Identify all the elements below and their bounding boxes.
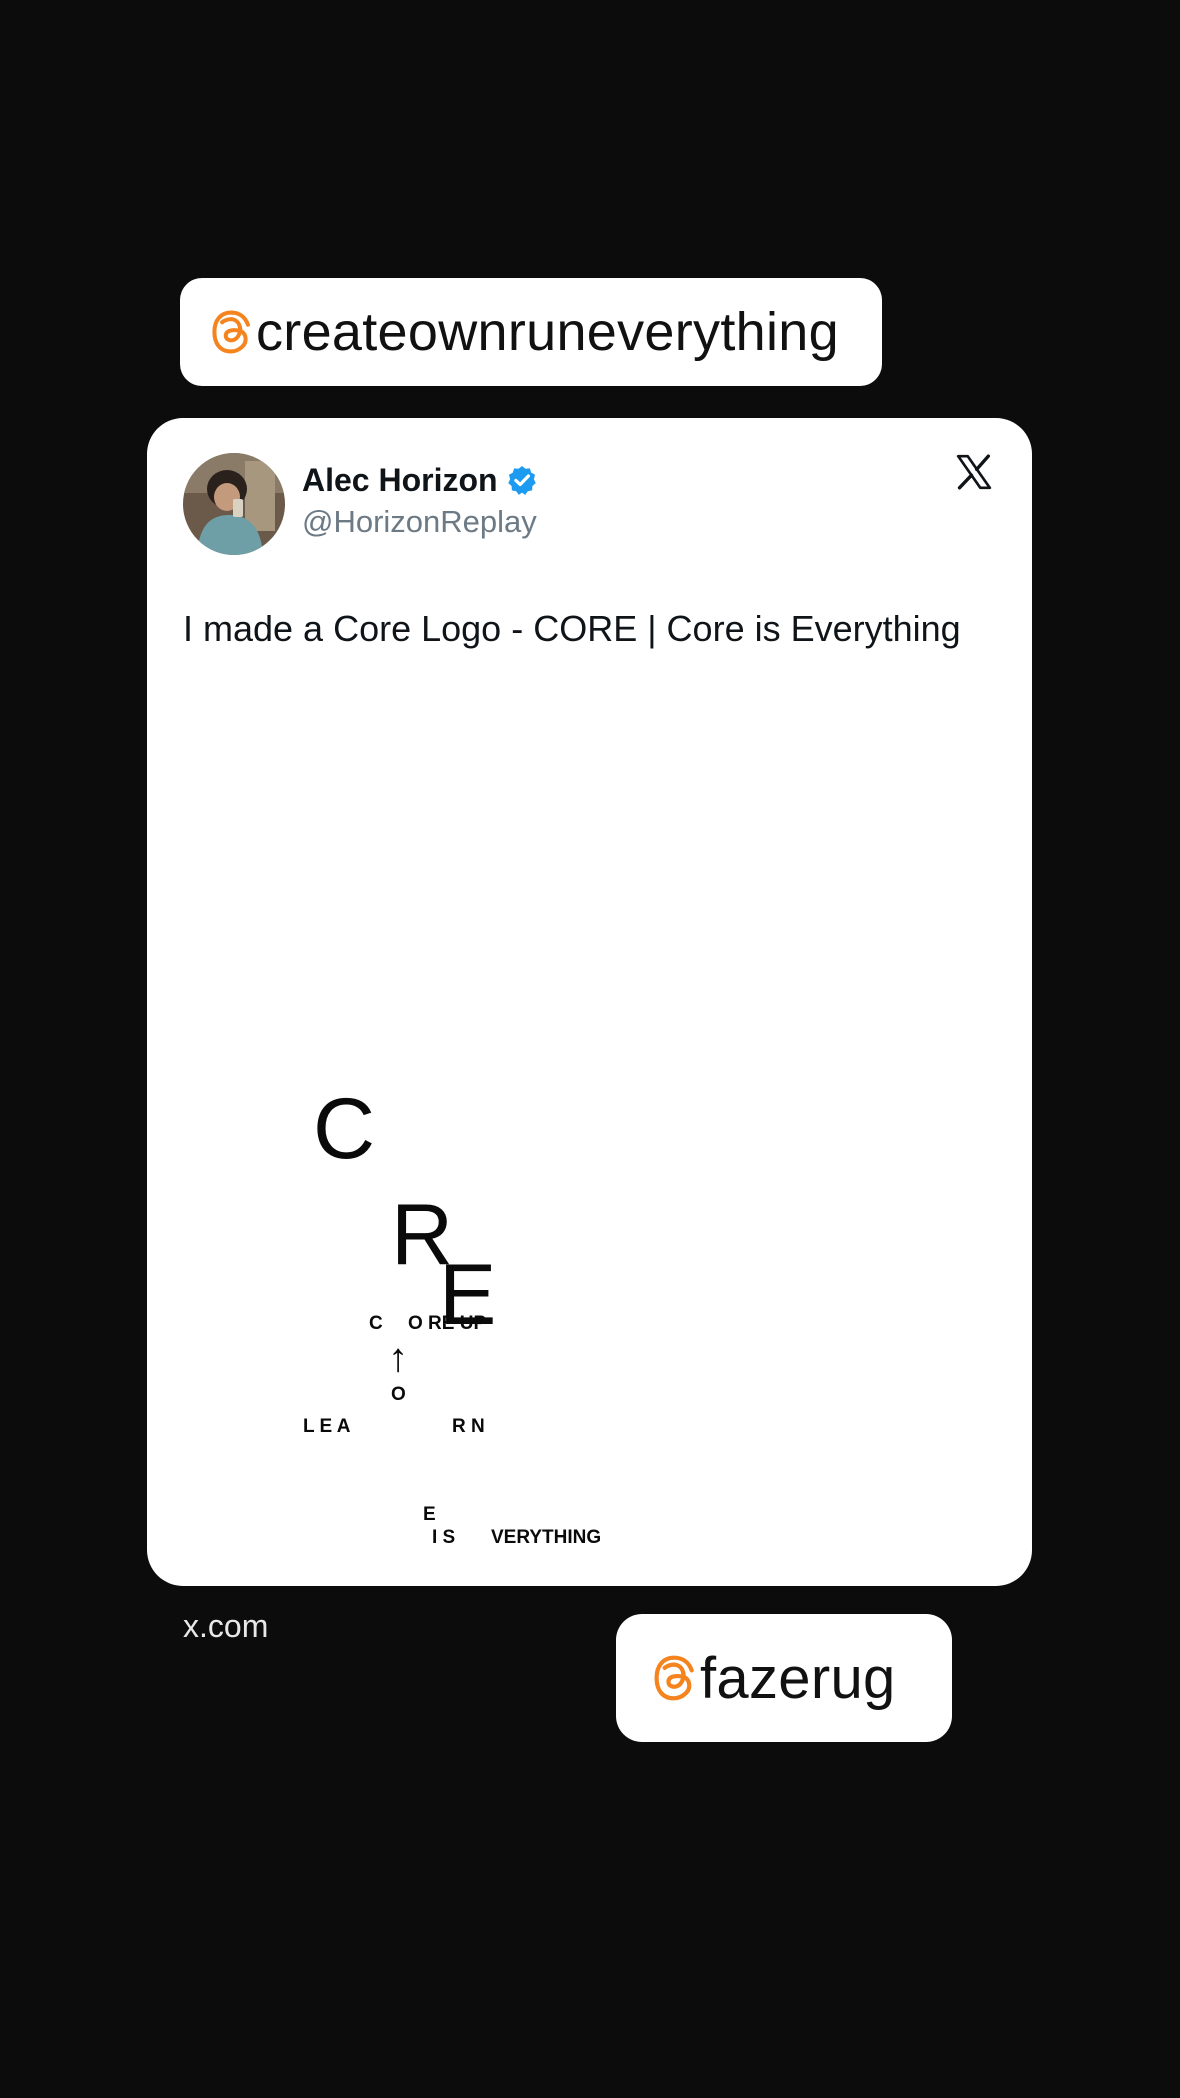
core-logo-image: C C O RE UP ↑ O L E A R N R E E I S VERY… <box>303 1068 807 1547</box>
threads-icon <box>652 1652 698 1704</box>
threads-icon <box>210 308 254 356</box>
threads-handle-badge-bottom[interactable]: fazerug <box>616 1614 952 1742</box>
logo-text-is: I S <box>432 1527 456 1548</box>
threads-handle-text: fazerug <box>700 1645 896 1711</box>
avatar[interactable] <box>183 453 285 555</box>
source-link[interactable]: x.com <box>183 1608 268 1645</box>
logo-text-c: C <box>369 1313 383 1334</box>
post-card: Alec Horizon @HorizonReplay I made a Cor… <box>147 418 1032 1586</box>
post-author: Alec Horizon @HorizonReplay <box>302 460 538 540</box>
threads-handle-badge-top[interactable]: createownruneverything <box>180 278 882 386</box>
author-handle[interactable]: @HorizonReplay <box>302 504 538 540</box>
logo-letter-e: E <box>439 1247 497 1343</box>
verified-badge-icon <box>506 464 538 496</box>
author-name[interactable]: Alec Horizon <box>302 462 498 499</box>
logo-text-e: E <box>423 1504 436 1525</box>
logo-text-o: O <box>391 1384 406 1405</box>
threads-handle-text: createownruneverything <box>256 302 839 362</box>
post-text: I made a Core Logo - CORE | Core is Ever… <box>183 608 961 649</box>
logo-text-learn: L E A <box>303 1416 351 1437</box>
logo-text-rn: R N <box>452 1416 485 1437</box>
logo-text-verything: VERYTHING <box>491 1527 602 1548</box>
logo-arrow: ↑ <box>388 1336 408 1380</box>
logo-letter-c: C <box>313 1081 376 1177</box>
x-logo-icon[interactable] <box>954 452 994 497</box>
